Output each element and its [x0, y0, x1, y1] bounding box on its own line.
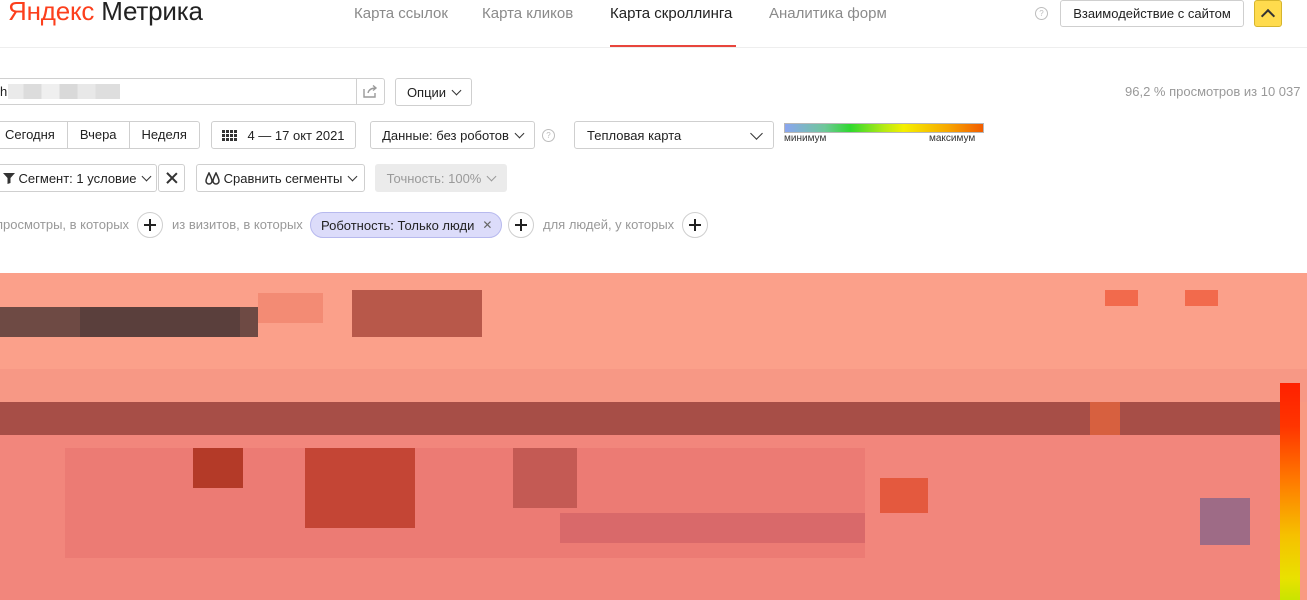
options-label: Опции — [406, 84, 447, 100]
data-filter-label: Данные: без роботов — [382, 127, 509, 143]
heatmap-block — [258, 293, 323, 323]
url-redacted — [8, 84, 120, 99]
map-type-select[interactable]: Тепловая карта — [574, 121, 774, 149]
period-presets: Сегодня Вчера Неделя — [0, 121, 200, 149]
logo-brand: Яндекс — [8, 0, 95, 26]
views-stat: 96,2 % просмотров из 10 037 — [1125, 84, 1301, 99]
chevron-up-icon — [1260, 8, 1276, 24]
heatmap-dark-block — [352, 290, 482, 337]
help-icon[interactable]: ? — [542, 129, 555, 142]
tab-click-map[interactable]: Карта кликов — [482, 5, 573, 22]
preset-today[interactable]: Сегодня — [0, 122, 67, 148]
views-condition-text: просмотры, в которых — [0, 217, 130, 232]
add-view-condition-button[interactable] — [137, 212, 163, 238]
heat-legend-gradient — [784, 123, 984, 133]
data-filter-select[interactable]: Данные: без роботов — [370, 121, 535, 149]
heatmap-dark-block — [80, 307, 240, 337]
scroll-heatmap[interactable] — [0, 273, 1307, 600]
compare-label: Сравнить сегменты — [223, 170, 343, 186]
map-type-label: Тепловая карта — [587, 127, 682, 143]
close-icon[interactable]: ✕ — [482, 218, 492, 232]
share-icon — [363, 85, 378, 98]
heatmap-band — [0, 369, 1307, 402]
interaction-button[interactable]: Взаимодействие с сайтом — [1060, 0, 1244, 27]
drops-icon — [204, 171, 220, 185]
preset-yesterday[interactable]: Вчера — [66, 122, 129, 148]
scroll-depth-strip — [1280, 383, 1300, 600]
collapse-button[interactable] — [1254, 0, 1282, 27]
add-visit-condition-button[interactable] — [508, 212, 534, 238]
chevron-down-icon — [486, 171, 497, 181]
close-icon — [166, 172, 178, 184]
chevron-down-icon — [347, 171, 358, 181]
heatmap-block — [560, 513, 865, 543]
help-icon[interactable]: ? — [1035, 7, 1048, 20]
legend-max: максимум — [929, 133, 976, 144]
clear-segment-button[interactable] — [158, 164, 185, 192]
heatmap-hot-block — [880, 478, 928, 513]
heatmap-hot-block — [305, 448, 415, 528]
chevron-down-icon — [750, 126, 763, 140]
tab-scroll-map[interactable]: Карта скроллинга — [610, 5, 732, 22]
compare-segments-button[interactable]: Сравнить сегменты — [196, 164, 365, 192]
options-button[interactable]: Опции — [395, 78, 472, 106]
chip-label: Роботность: Только люди — [321, 217, 475, 233]
chevron-down-icon — [514, 128, 525, 138]
legend-min: минимум — [784, 133, 827, 144]
preset-week[interactable]: Неделя — [128, 122, 199, 148]
visits-condition-text: из визитов, в которых — [172, 217, 303, 232]
filter-icon — [2, 173, 15, 184]
heatmap-nav-band — [0, 402, 1280, 435]
share-button[interactable] — [356, 78, 385, 105]
date-range-button[interactable]: 4 — 17 окт 2021 — [211, 121, 356, 149]
segment-button[interactable]: Сегмент: 1 условие — [0, 164, 157, 192]
chevron-down-icon — [142, 171, 152, 181]
accuracy-select[interactable]: Точность: 100% — [375, 164, 507, 192]
heatmap-block — [1090, 402, 1120, 435]
chevron-down-icon — [451, 85, 462, 95]
heatmap-cold-block — [1200, 498, 1250, 545]
people-condition-text: для людей, у которых — [543, 217, 675, 232]
calendar-icon — [222, 129, 238, 141]
url-value: h — [0, 84, 8, 99]
tab-form-analytics[interactable]: Аналитика форм — [769, 5, 887, 22]
heatmap-hot-block — [513, 448, 577, 508]
heatmap-hot-block — [193, 448, 243, 488]
add-people-condition-button[interactable] — [682, 212, 708, 238]
header-divider — [0, 47, 1307, 48]
accuracy-label: Точность: 100% — [386, 170, 482, 186]
robot-filter-chip[interactable]: Роботность: Только люди ✕ — [310, 212, 503, 238]
segment-label: Сегмент: 1 условие — [18, 170, 137, 186]
heatmap-block — [1185, 290, 1218, 306]
heatmap-block — [1105, 290, 1138, 306]
logo[interactable]: Яндекс Метрика — [8, 0, 203, 28]
logo-product: Метрика — [101, 0, 203, 26]
date-range-label: 4 — 17 окт 2021 — [247, 127, 345, 143]
tab-link-map[interactable]: Карта ссылок — [354, 5, 448, 22]
